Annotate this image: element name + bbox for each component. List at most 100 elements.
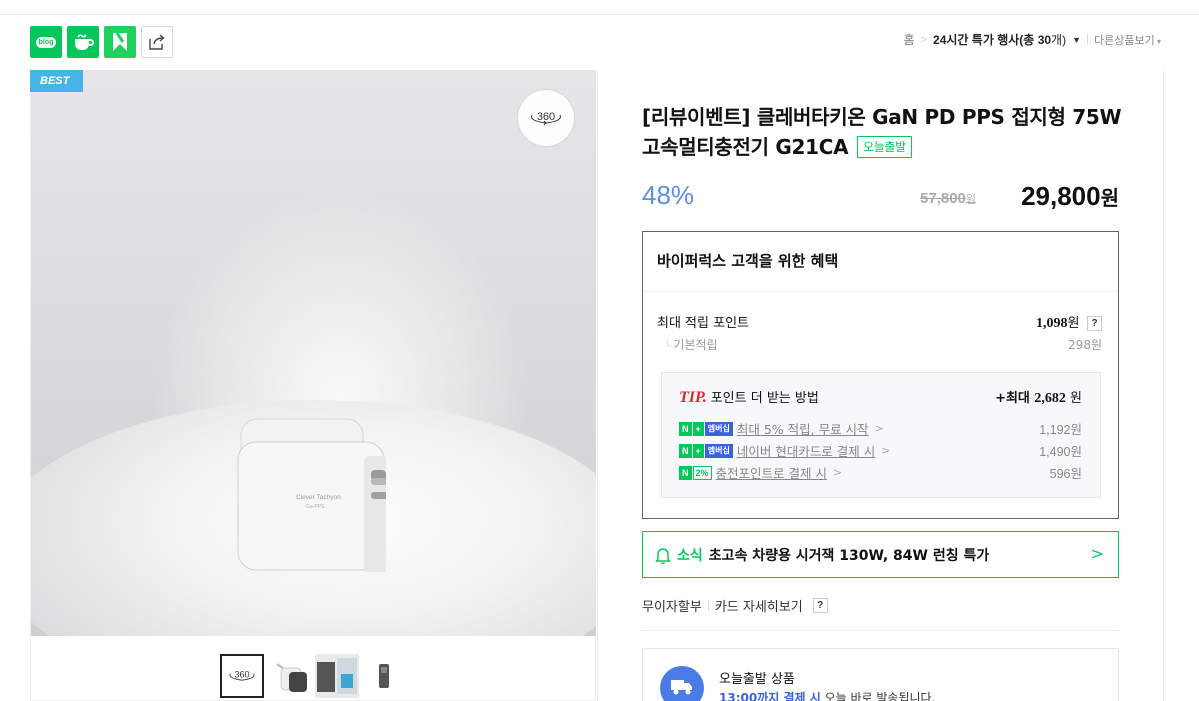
blog-icon: blog xyxy=(35,36,57,48)
tip-box: TIP. 포인트 더 받는 방법 +최대 2,682 원 N + 멤버십 최대 5% … xyxy=(661,372,1101,498)
bell-icon xyxy=(655,546,671,564)
charger-model-text: Ga-PPS xyxy=(306,504,325,510)
thumbnail-image xyxy=(379,664,389,688)
section-divider xyxy=(642,630,1119,631)
thumbnail-image xyxy=(276,663,307,692)
plus-icon: + xyxy=(692,443,704,458)
tip-amount: 596원 xyxy=(1049,467,1082,481)
card-links: 무이자할부 카드 자세히보기 ? xyxy=(642,596,828,615)
thumbnail-4[interactable] xyxy=(361,654,405,698)
shipping-title: 오늘출발 상품 xyxy=(719,672,795,687)
naver-pay-badge: N 2% xyxy=(679,465,712,480)
sale-price-value: 29,800 xyxy=(1021,181,1101,211)
rotate-360-icon: 360 xyxy=(229,670,255,681)
card-detail-link[interactable]: 카드 자세히보기 xyxy=(715,596,803,615)
sale-price-unit: 원 xyxy=(1100,188,1119,210)
share-icon xyxy=(149,34,165,50)
max-point-unit: 원 xyxy=(1067,316,1080,331)
product-title: [리뷰이벤트] 클레버타키온 GaN PD PPS 접지형 75W 고속멀티충전… xyxy=(642,102,1122,162)
tip-max-number: 2,682 xyxy=(1034,391,1066,406)
chevron-right-icon: > xyxy=(832,466,843,479)
view-360-text: 360 xyxy=(537,111,555,123)
max-point-value: 1,098원 ? xyxy=(1036,312,1102,332)
help-button[interactable]: ? xyxy=(1087,316,1102,331)
breadcrumb-home[interactable]: 홈 xyxy=(904,31,915,48)
rotate-360-icon: 360 xyxy=(531,111,561,126)
tip-label: TIP. xyxy=(679,389,707,406)
blog-share-button[interactable]: blog xyxy=(30,26,62,58)
shipping-cutoff-time: 13:00까지 결제 시 xyxy=(719,691,821,701)
charger-image: Clever Tachyon Ga-PPS xyxy=(237,418,386,572)
thumbnail-strip: 360 xyxy=(30,636,596,701)
breadcrumb-category-suffix: 개) xyxy=(1051,33,1067,47)
cafe-share-button[interactable] xyxy=(67,26,99,58)
share-bar: blog xyxy=(30,26,173,58)
original-price-value: 57,800 xyxy=(920,190,966,207)
naver-membership-badge: N + 멤버십 xyxy=(679,421,733,436)
max-point-row: 최대 적립 포인트 1,098원 ? xyxy=(657,312,1102,332)
tip-row-charge-point[interactable]: N 2% 충전포인트로 결제 시 > 596원 xyxy=(679,463,1082,482)
caret-down-icon[interactable]: ▼ xyxy=(1072,35,1081,45)
membership-label: 멤버십 xyxy=(704,443,733,458)
basic-point-value: 298원 xyxy=(1068,338,1102,352)
news-banner[interactable]: 소식 초고속 차량용 시거잭 130W, 84W 런칭 특가 > xyxy=(642,531,1119,578)
thumbnail-360[interactable]: 360 xyxy=(220,654,264,698)
help-button[interactable]: ? xyxy=(812,598,828,613)
shipping-description: 13:00까지 결제 시 오늘 바로 발송됩니다. xyxy=(719,689,935,701)
thumbnail-2[interactable] xyxy=(271,654,315,698)
basic-point-label: 기본적립 xyxy=(657,336,717,353)
benefit-heading: 바이퍼럭스 고객을 위한 혜택 xyxy=(643,232,1118,292)
band-icon xyxy=(113,32,127,51)
truck-icon xyxy=(660,666,704,701)
breadcrumb-separator: > xyxy=(920,33,928,46)
breadcrumb: 홈 > 24시간 특가 행사(총 30개) ▼ 다른상품보기 ▾ xyxy=(904,31,1161,48)
membership-label: 멤버십 xyxy=(704,421,733,436)
chevron-right-icon: > xyxy=(881,444,891,457)
cafe-icon xyxy=(75,34,94,50)
tip-max-prefix: +최대 xyxy=(995,391,1035,406)
news-tag: 소식 xyxy=(677,547,703,564)
plus-icon: + xyxy=(692,421,704,436)
sale-price: 29,800원 xyxy=(1021,181,1119,212)
main-product-image[interactable]: Clever Tachyon Ga-PPS xyxy=(30,70,596,636)
tip-row-hyundai-card[interactable]: N + 멤버십 네이버 현대카드로 결제 시 > 1,490원 xyxy=(679,441,1082,460)
breadcrumb-category[interactable]: 24시간 특가 행사(총 30개) xyxy=(933,31,1066,48)
tip-link[interactable]: 충전포인트로 결제 시 xyxy=(716,463,827,482)
discount-rate: 48% xyxy=(642,180,695,210)
best-tag: BEST xyxy=(30,70,83,92)
tip-link[interactable]: 네이버 현대카드로 결제 시 xyxy=(737,441,875,460)
news-message: 초고속 차량용 시거잭 130W, 84W 런칭 특가 xyxy=(708,547,990,564)
thumbnail-3[interactable] xyxy=(315,654,359,698)
other-products-link[interactable]: 다른상품보기 ▾ xyxy=(1094,32,1161,48)
tip-row-membership[interactable]: N + 멤버십 최대 5% 적립, 무료 시작 > 1,192원 xyxy=(679,419,1082,438)
tip-heading: TIP. 포인트 더 받는 방법 +최대 2,682 원 xyxy=(679,387,1082,407)
charger-brand-text: Clever Tachyon xyxy=(296,494,341,501)
tip-max-unit: 원 xyxy=(1065,391,1082,406)
benefit-box: 바이퍼럭스 고객을 위한 혜택 최대 적립 포인트 1,098원 ? 기본적립 … xyxy=(642,231,1119,519)
naver-n-icon: N xyxy=(679,443,692,458)
today-ship-badge: 오늘출발 xyxy=(856,136,912,158)
basic-point-row: 기본적립 298원 xyxy=(657,336,1102,353)
tip-text: 포인트 더 받는 방법 xyxy=(710,391,819,406)
view-360-button[interactable]: 360 xyxy=(518,90,574,146)
tip-link[interactable]: 최대 5% 적립, 무료 시작 xyxy=(737,419,869,438)
shipping-box: 오늘출발 상품 13:00까지 결제 시 오늘 바로 발송됩니다. xyxy=(642,648,1119,701)
thumbnail-image xyxy=(315,654,359,698)
installment-link[interactable]: 무이자할부 xyxy=(642,596,702,615)
naver-n-icon: N xyxy=(679,465,692,480)
tip-amount: 1,192원 xyxy=(1039,423,1082,437)
shipping-desc-text: 오늘 바로 발송됩니다. xyxy=(820,691,936,701)
chevron-down-icon: ▾ xyxy=(1154,36,1161,46)
original-price-unit: 원 xyxy=(965,194,977,206)
max-point-label: 최대 적립 포인트 xyxy=(657,316,749,331)
url-share-button[interactable] xyxy=(141,26,173,58)
tip-max-value: +최대 2,682 원 xyxy=(995,387,1082,407)
max-point-number: 1,098 xyxy=(1036,316,1068,331)
band-share-button[interactable] xyxy=(104,26,136,58)
breadcrumb-category-prefix: 24시간 특가 행사(총 xyxy=(933,33,1038,47)
other-products-label: 다른상품보기 xyxy=(1094,34,1155,47)
top-divider xyxy=(0,14,1199,15)
naver-n-icon: N xyxy=(679,421,692,436)
tip-amount: 1,490원 xyxy=(1039,445,1082,459)
breadcrumb-category-count: 30 xyxy=(1037,33,1052,47)
